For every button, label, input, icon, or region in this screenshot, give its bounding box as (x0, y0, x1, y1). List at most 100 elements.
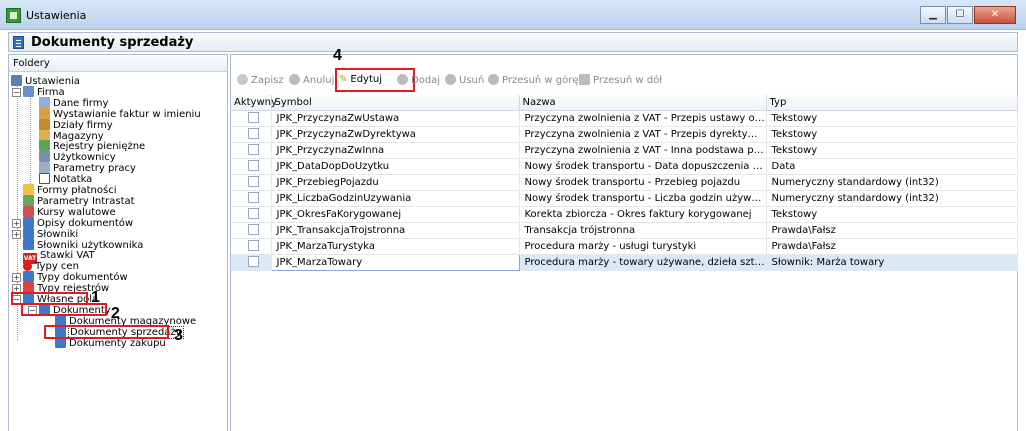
type-cell: Tekstowy (766, 206, 1018, 223)
delete-label: Usuń (459, 75, 485, 86)
plus-icon (397, 74, 408, 85)
active-cell (231, 126, 272, 143)
pencil-icon: ✎ (339, 74, 348, 85)
name-cell: Nowy środek transportu - Przebieg pojazd… (519, 174, 767, 191)
save-label: Zapisz (251, 75, 284, 86)
name-cell: Transakcja trójstronna (519, 222, 767, 239)
document-icon (23, 227, 34, 239)
active-checkbox[interactable] (248, 127, 259, 139)
table-row[interactable]: JPK_PrzyczynaZwDyrektywa Przyczyna zwolni… (231, 126, 1018, 143)
intrastat-icon (23, 194, 34, 206)
table-row[interactable]: JPK_PrzyczynaZwInna Przyczyna zwolnienia … (231, 142, 1018, 159)
window-titlebar: Ustawienia ▁ ☐ ✕ (0, 0, 1026, 30)
symbol-cell: JPK_PrzyczynaZwUstawa (271, 110, 520, 127)
add-label: Dodaj (411, 75, 441, 86)
window-controls: ▁ ☐ ✕ (920, 6, 1016, 24)
tools-icon (11, 75, 22, 86)
active-cell (231, 110, 272, 127)
fields-grid: Aktywny Symbol Nazwa Typ JPK_PrzyczynaZw… (231, 95, 1018, 271)
type-cell: Data (766, 158, 1018, 175)
tree-guide-line (30, 98, 31, 186)
page-header: Dokumenty sprzedaży (8, 32, 1018, 52)
collapse-icon[interactable]: − (12, 87, 21, 97)
active-checkbox[interactable] (248, 207, 259, 219)
table-row[interactable]: JPK_MarzaTowary Procedura marży - towary … (231, 253, 1018, 271)
expand-icon[interactable]: + (12, 273, 21, 283)
cancel-button[interactable]: Anuluj (289, 74, 334, 86)
toolbar: Zapisz Anuluj ✎ Edytuj Dodaj Usuń Przesuń… (231, 67, 1017, 93)
save-button[interactable]: Zapisz (237, 74, 284, 86)
move-down-icon (579, 74, 590, 85)
page-title: Dokumenty sprzedaży (31, 35, 194, 50)
column-header-aktywny[interactable]: Aktywny (231, 95, 277, 111)
minimize-button[interactable]: ▁ (920, 6, 946, 24)
step-3-highlight-box (44, 324, 169, 339)
maximize-button[interactable]: ☐ (947, 6, 973, 24)
cancel-icon (289, 74, 300, 85)
active-checkbox[interactable] (248, 175, 259, 187)
person-icon (39, 107, 50, 119)
close-button[interactable]: ✕ (974, 6, 1016, 24)
symbol-cell: JPK_MarzaTowary (270, 253, 520, 271)
delete-button[interactable]: Usuń (445, 74, 484, 86)
table-row[interactable]: JPK_LiczbaGodzinUzywania Nowy środek tran… (231, 190, 1018, 207)
type-cell: Prawda\Fałsz (766, 222, 1018, 239)
active-cell (231, 190, 272, 207)
users-icon (39, 151, 50, 163)
column-header-symbol[interactable]: Symbol (271, 95, 520, 111)
note-icon (39, 173, 50, 185)
column-header-nazwa[interactable]: Nazwa (519, 95, 767, 111)
check-icon (237, 74, 248, 85)
table-row[interactable]: JPK_OkresFaKorygowanej Korekta zbiorcza -… (231, 206, 1018, 223)
symbol-cell: JPK_PrzyczynaZwInna (271, 142, 520, 159)
move-up-button[interactable]: Przesuń w górę (488, 74, 579, 86)
active-cell (231, 222, 272, 239)
active-cell (231, 206, 272, 223)
move-up-label: Przesuń w górę (502, 75, 579, 86)
app-icon (6, 8, 21, 23)
minimize-icon: ▁ (929, 9, 937, 20)
active-checkbox[interactable] (248, 143, 259, 155)
minus-icon (445, 74, 456, 85)
active-checkbox[interactable] (248, 223, 259, 235)
table-row[interactable]: JPK_PrzyczynaZwUstawa Przyczyna zwolnieni… (231, 110, 1018, 127)
move-down-button[interactable]: Przesuń w dół (579, 74, 662, 86)
active-checkbox[interactable] (248, 159, 259, 171)
document-icon (23, 238, 34, 250)
table-row[interactable]: JPK_TransakcjaTrojstronna Transakcja trój… (231, 222, 1018, 239)
symbol-cell: JPK_LiczbaGodzinUzywania (271, 190, 520, 207)
money-icon (39, 140, 50, 152)
symbol-cell: JPK_PrzyczynaZwDyrektywa (271, 126, 520, 143)
table-row[interactable]: JPK_MarzaTurystyka Procedura marży - usłu… (231, 238, 1018, 255)
name-cell: Procedura marży - usługi turystyki (519, 238, 767, 255)
active-checkbox[interactable] (248, 191, 259, 203)
active-checkbox[interactable] (248, 239, 259, 251)
red-dot-icon (23, 262, 32, 272)
window-title: Ustawienia (26, 9, 87, 22)
type-cell: Tekstowy (766, 110, 1018, 127)
expand-icon[interactable]: + (12, 218, 21, 228)
active-checkbox[interactable] (248, 255, 259, 267)
add-button[interactable]: Dodaj (397, 74, 440, 86)
column-header-typ[interactable]: Typ (766, 95, 1018, 111)
move-down-label: Przesuń w dół (593, 75, 663, 86)
content-panel: 4 Zapisz Anuluj ✎ Edytuj Dodaj Usuń Przes… (230, 47, 1018, 431)
annotation-number-3: 3 (174, 326, 183, 344)
type-cell: Tekstowy (766, 142, 1018, 159)
name-cell: Nowy środek transportu - Data dopuszczen… (519, 158, 767, 175)
type-cell: Prawda\Fałsz (766, 238, 1018, 255)
annotation-number-1: 1 (91, 289, 100, 306)
table-row[interactable]: JPK_DataDopDoUzytku Nowy środek transport… (231, 158, 1018, 175)
symbol-cell: JPK_TransakcjaTrojstronna (271, 222, 520, 239)
name-cell: Przyczyna zwolnienia z VAT - Przepis dyr… (519, 126, 767, 143)
edit-button[interactable]: ✎ Edytuj (339, 74, 382, 85)
name-cell: Nowy środek transportu - Liczba godzin u… (519, 190, 767, 207)
expand-icon[interactable]: + (12, 229, 21, 239)
grid-header-row: Aktywny Symbol Nazwa Typ (231, 95, 1018, 111)
folders-header: Foldery (9, 55, 227, 72)
type-cell: Słownik: Marża towary (766, 254, 1018, 271)
active-checkbox[interactable] (248, 111, 259, 123)
name-cell: Przyczyna zwolnienia z VAT - Przepis ust… (519, 110, 767, 127)
document-icon (23, 216, 34, 228)
table-row[interactable]: JPK_PrzebiegPojazdu Nowy środek transport… (231, 174, 1018, 191)
